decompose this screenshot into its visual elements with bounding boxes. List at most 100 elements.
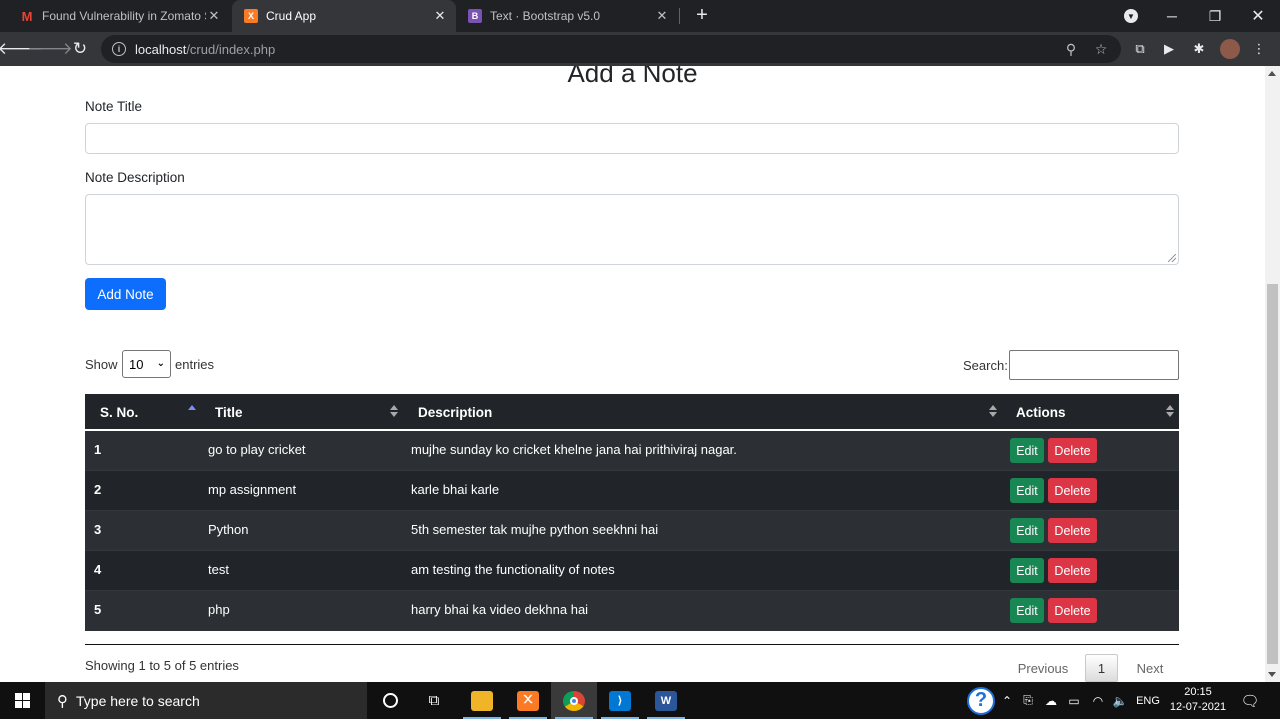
wifi-icon[interactable]: ◠ xyxy=(1088,682,1108,719)
delete-button[interactable]: Delete xyxy=(1048,518,1097,543)
note-title-label: Note Title xyxy=(85,99,143,114)
cell-description: am testing the functionality of notes xyxy=(411,561,615,577)
previous-page-button[interactable]: Previous xyxy=(1010,654,1076,682)
column-header-actions[interactable]: Actions xyxy=(1016,394,1066,431)
extension-icon[interactable]: ⧉ xyxy=(1131,40,1149,58)
tab-title: Text · Bootstrap v5.0 xyxy=(490,9,601,23)
scroll-down-arrow-icon[interactable] xyxy=(1268,672,1276,677)
taskbar-search-box[interactable]: ⚲ Type here to search xyxy=(45,682,367,719)
windows-taskbar: ⚲ Type here to search ⧉ ᙭ ⟩ W ? ⌃ ⎘ ☁ ▭ … xyxy=(0,682,1280,719)
scroll-up-arrow-icon[interactable] xyxy=(1268,71,1276,76)
note-description-label: Note Description xyxy=(85,170,185,185)
meet-now-icon[interactable]: ⎘ xyxy=(1019,682,1037,719)
xampp-icon: ᙭ xyxy=(517,690,539,711)
language-indicator[interactable]: ENG xyxy=(1134,682,1162,719)
note-description-textarea[interactable] xyxy=(85,194,1179,265)
gmail-icon: M xyxy=(21,8,33,24)
edit-button[interactable]: Edit xyxy=(1010,438,1044,463)
profile-avatar[interactable] xyxy=(1220,39,1240,59)
windows-logo-icon xyxy=(15,693,30,708)
close-window-button[interactable]: ✕ xyxy=(1236,0,1280,32)
search-icon: ⚲ xyxy=(57,692,68,710)
chevron-down-icon: ⌄ xyxy=(156,358,165,369)
edit-button[interactable]: Edit xyxy=(1010,598,1044,623)
edit-button[interactable]: Edit xyxy=(1010,558,1044,583)
reload-button[interactable]: ↻ xyxy=(68,37,92,61)
delete-button[interactable]: Delete xyxy=(1048,438,1097,463)
table-row: 3 Python 5th semester tak mujhe python s… xyxy=(85,511,1179,551)
delete-button[interactable]: Delete xyxy=(1048,598,1097,623)
page-length-value: 10 xyxy=(129,356,144,372)
chevron-up-icon[interactable]: ⌃ xyxy=(999,682,1015,719)
column-header-description[interactable]: Description xyxy=(418,394,492,431)
browser-tab-strip: M Found Vulnerability in Zomato Sy ✕ X C… xyxy=(0,0,1280,32)
tab-crud-app[interactable]: X Crud App ✕ xyxy=(232,0,456,32)
taskbar-file-explorer[interactable] xyxy=(459,682,505,719)
menu-kebab-icon[interactable]: ⋮ xyxy=(1250,40,1268,58)
add-note-button[interactable]: Add Note xyxy=(85,278,166,310)
taskbar-clock[interactable]: 20:15 12-07-2021 xyxy=(1165,685,1231,715)
edit-button[interactable]: Edit xyxy=(1010,518,1044,543)
taskbar-xampp[interactable]: ᙭ xyxy=(505,682,551,719)
onedrive-icon[interactable]: ☁ xyxy=(1041,682,1061,719)
help-icon[interactable]: ? xyxy=(965,682,997,719)
task-view-button[interactable]: ⧉ xyxy=(411,682,457,719)
start-button[interactable] xyxy=(0,682,45,719)
cell-sno: 1 xyxy=(94,441,102,457)
close-tab-icon[interactable]: ✕ xyxy=(654,8,670,24)
close-tab-icon[interactable]: ✕ xyxy=(432,8,448,24)
zoom-icon[interactable]: ⚲ xyxy=(1063,41,1079,57)
tab-search-button[interactable]: ▼ xyxy=(1109,0,1153,32)
taskbar-word[interactable]: W xyxy=(643,682,689,719)
cell-sno: 4 xyxy=(94,561,102,577)
column-header-title[interactable]: Title xyxy=(215,394,243,431)
cell-sno: 2 xyxy=(94,481,102,497)
media-icon[interactable]: ▶ xyxy=(1160,40,1178,58)
chrome-icon xyxy=(563,690,585,711)
cell-sno: 3 xyxy=(94,521,102,537)
page-scrollbar[interactable] xyxy=(1265,66,1280,682)
extensions-puzzle-icon[interactable]: ✱ xyxy=(1190,40,1208,58)
edit-button[interactable]: Edit xyxy=(1010,478,1044,503)
notes-table: S. No. Title Description Actions 1 go to… xyxy=(85,394,1179,631)
bookmark-star-icon[interactable]: ☆ xyxy=(1093,41,1109,57)
forward-button[interactable]: 🡒 xyxy=(27,37,73,61)
tab-bootstrap[interactable]: B Text · Bootstrap v5.0 ✕ xyxy=(456,0,678,32)
notification-center-icon[interactable]: 🗨 xyxy=(1236,682,1264,719)
search-label: Search: xyxy=(963,358,1008,373)
sort-icon xyxy=(1166,405,1174,419)
table-search-input[interactable] xyxy=(1009,350,1179,380)
page-length-select[interactable]: 10 ⌄ xyxy=(122,350,171,378)
address-bar[interactable]: i localhost /crud/index.php ⚲ ☆ xyxy=(101,35,1121,63)
show-label: Show xyxy=(85,357,118,372)
new-tab-button[interactable]: + xyxy=(690,4,714,28)
scrollbar-thumb[interactable] xyxy=(1267,284,1278,664)
taskbar-chrome[interactable] xyxy=(551,682,597,719)
maximize-button[interactable]: ❐ xyxy=(1193,0,1237,32)
table-row: 4 test am testing the functionality of n… xyxy=(85,551,1179,591)
column-label: Title xyxy=(215,405,243,420)
taskbar-vscode[interactable]: ⟩ xyxy=(597,682,643,719)
clock-time: 20:15 xyxy=(1184,686,1212,698)
column-header-sno[interactable]: S. No. xyxy=(100,394,138,431)
delete-button[interactable]: Delete xyxy=(1048,558,1097,583)
sort-icon xyxy=(390,405,398,419)
cell-title: Python xyxy=(208,521,249,537)
site-info-icon[interactable]: i xyxy=(112,42,126,56)
task-view-icon: ⧉ xyxy=(428,692,440,709)
note-title-input[interactable] xyxy=(85,123,1179,154)
delete-button[interactable]: Delete xyxy=(1048,478,1097,503)
table-bottom-rule xyxy=(85,644,1179,645)
minimize-button[interactable]: ─ xyxy=(1150,0,1194,32)
cell-sno: 5 xyxy=(94,601,102,617)
tab-zomato[interactable]: M Found Vulnerability in Zomato Sy ✕ xyxy=(8,0,230,32)
table-row: 5 php harry bhai ka video dekhna hai Edi… xyxy=(85,591,1179,631)
page-1-button[interactable]: 1 xyxy=(1085,654,1118,682)
cortana-button[interactable] xyxy=(367,682,413,719)
battery-icon[interactable]: ▭ xyxy=(1064,682,1084,719)
next-page-button[interactable]: Next xyxy=(1128,654,1172,682)
cell-title: php xyxy=(208,601,230,617)
close-tab-icon[interactable]: ✕ xyxy=(206,8,222,24)
resize-handle-icon[interactable] xyxy=(1168,254,1176,262)
volume-icon[interactable]: 🔈 xyxy=(1110,682,1130,719)
